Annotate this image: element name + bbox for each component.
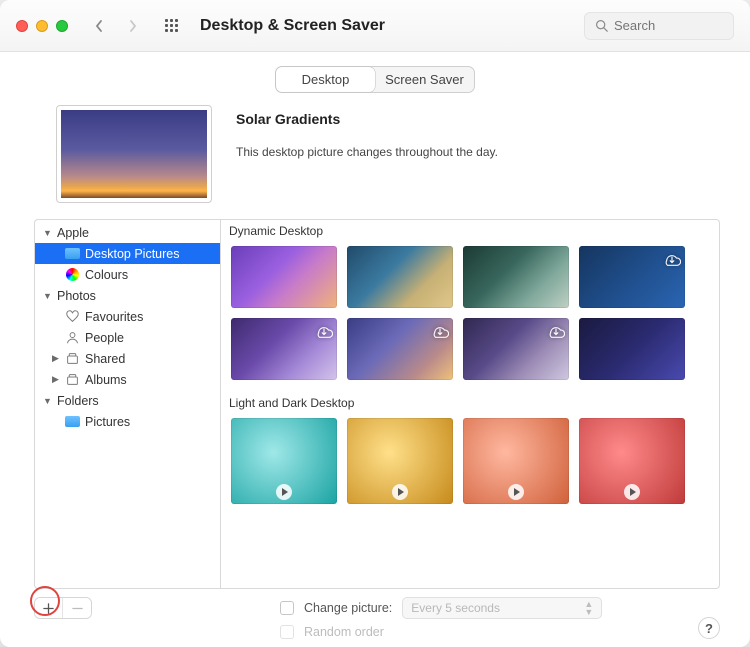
interval-dropdown[interactable]: Every 5 seconds ▲▼ [402,597,602,619]
sidebar-item-favourites[interactable]: Favourites [35,306,220,327]
sidebar-item-shared[interactable]: ▶ Shared [35,348,220,369]
sidebar-item-colours[interactable]: Colours [35,264,220,285]
sidebar-item-label: Shared [85,352,125,366]
colour-wheel-icon [65,267,80,282]
sidebar-item-label: Colours [85,268,128,282]
change-picture-area: Change picture: Every 5 seconds ▲▼ Rando… [280,597,602,639]
chevron-down-icon: ▼ [43,396,52,406]
wallpaper-thumbnail[interactable] [231,246,337,308]
chevron-down-icon: ▼ [43,291,52,301]
back-button[interactable] [86,13,112,39]
sidebar-item-label: Albums [85,373,127,387]
plus-icon [43,603,54,614]
dynamic-thumbnails [221,240,719,392]
play-icon [624,484,640,500]
wallpaper-thumbnail[interactable] [347,318,453,380]
tab-switcher: Desktop Screen Saver [275,66,475,93]
window-title: Desktop & Screen Saver [200,17,385,35]
add-folder-button[interactable] [35,598,63,618]
sidebar-group-photos[interactable]: ▼ Photos [35,285,220,306]
person-icon [65,330,80,345]
lightdark-thumbnails [221,412,719,516]
random-order-label: Random order [304,625,384,639]
wallpaper-thumbnail[interactable] [231,318,337,380]
close-button[interactable] [16,20,28,32]
minimize-button[interactable] [36,20,48,32]
main-area: ▼ Apple Desktop Pictures Colours ▼ Photo… [0,219,750,589]
wallpaper-thumbnail[interactable] [579,418,685,504]
add-remove-control [34,597,92,619]
preview-meta: Solar Gradients This desktop picture cha… [236,105,498,159]
sidebar-item-label: Pictures [85,415,130,429]
stepper-icon: ▲▼ [584,600,593,616]
download-icon [431,322,449,345]
wallpaper-thumbnail[interactable] [463,418,569,504]
window-controls [16,20,68,32]
folder-icon [65,246,80,261]
stack-icon [65,351,80,366]
play-icon [276,484,292,500]
wallpaper-grid[interactable]: Dynamic Desktop Light and Dark Desktop [220,219,720,589]
maximize-button[interactable] [56,20,68,32]
titlebar: Desktop & Screen Saver [0,0,750,52]
download-icon [663,250,681,273]
play-icon [508,484,524,500]
sidebar-item-albums[interactable]: ▶ Albums [35,369,220,390]
download-icon [315,322,333,345]
section-lightdark-label: Light and Dark Desktop [221,392,719,412]
section-dynamic-label: Dynamic Desktop [221,220,719,240]
current-wallpaper-preview [56,105,212,203]
chevron-right-icon: ▶ [51,353,60,364]
source-sidebar[interactable]: ▼ Apple Desktop Pictures Colours ▼ Photo… [34,219,220,589]
change-picture-checkbox[interactable] [280,601,294,615]
preferences-window: Desktop & Screen Saver Desktop Screen Sa… [0,0,750,647]
chevron-right-icon [128,19,138,33]
remove-folder-button[interactable] [63,598,91,618]
chevron-left-icon [94,19,104,33]
wallpaper-thumbnail[interactable] [231,418,337,504]
sidebar-item-desktop-pictures[interactable]: Desktop Pictures [35,243,220,264]
grid-icon [165,19,178,32]
wallpaper-thumbnail[interactable] [463,318,569,380]
search-input[interactable] [614,18,723,33]
sidebar-item-people[interactable]: People [35,327,220,348]
chevron-right-icon: ▶ [51,374,60,385]
stack-icon [65,372,80,387]
folder-icon [65,414,80,429]
search-field[interactable] [584,12,734,40]
sidebar-group-apple[interactable]: ▼ Apple [35,222,220,243]
heart-icon [65,309,80,324]
play-icon [392,484,408,500]
random-order-checkbox[interactable] [280,625,294,639]
chevron-down-icon: ▼ [43,228,52,238]
sidebar-group-label: Folders [57,394,99,408]
wallpaper-thumbnail[interactable] [347,418,453,504]
sidebar-item-label: People [85,331,124,345]
sidebar-group-label: Photos [57,289,96,303]
wallpaper-thumbnail[interactable] [579,246,685,308]
change-picture-label: Change picture: [304,601,392,615]
download-icon [547,322,565,345]
wallpaper-thumbnail[interactable] [579,318,685,380]
wallpaper-thumbnail [61,110,207,198]
search-icon [595,19,608,32]
wallpaper-thumbnail[interactable] [347,246,453,308]
minus-icon [72,603,83,614]
wallpaper-description: This desktop picture changes throughout … [236,145,498,159]
tab-screensaver[interactable]: Screen Saver [375,67,474,92]
preview-section: Solar Gradients This desktop picture cha… [0,105,750,219]
wallpaper-thumbnail[interactable] [463,246,569,308]
wallpaper-name: Solar Gradients [236,111,498,127]
sidebar-item-label: Favourites [85,310,143,324]
footer: Change picture: Every 5 seconds ▲▼ Rando… [0,589,750,639]
interval-value: Every 5 seconds [411,601,500,615]
sidebar-group-label: Apple [57,226,89,240]
forward-button[interactable] [120,13,146,39]
help-button[interactable]: ? [698,617,720,639]
sidebar-item-pictures[interactable]: Pictures [35,411,220,432]
show-all-button[interactable] [158,13,184,39]
sidebar-group-folders[interactable]: ▼ Folders [35,390,220,411]
tab-desktop[interactable]: Desktop [276,67,375,92]
sidebar-item-label: Desktop Pictures [85,247,179,261]
